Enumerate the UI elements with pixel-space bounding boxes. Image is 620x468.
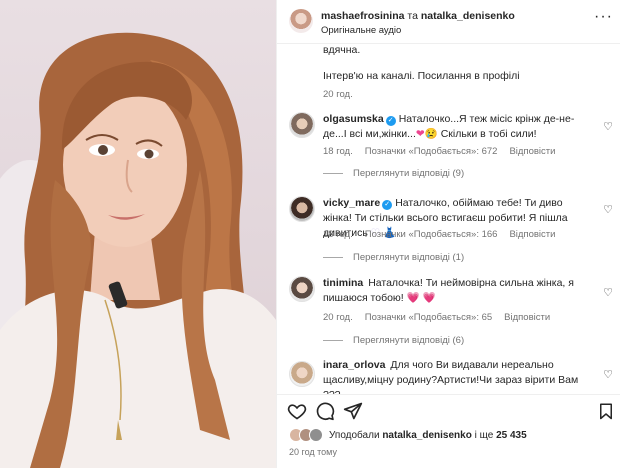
comment-message-tail: Скільки в тобі сили! bbox=[437, 128, 537, 140]
comment-avatar[interactable] bbox=[289, 276, 315, 302]
coauthor-link[interactable]: natalka_denisenko bbox=[421, 10, 515, 22]
comment-meta: 18 год. Позначки «Подобається»: 166 Відпов… bbox=[323, 229, 556, 240]
comment-avatar[interactable] bbox=[289, 361, 315, 387]
author-joiner: та bbox=[407, 10, 418, 22]
caption-text-link-line: Інтерв'ю на каналі. Посилання в профілі bbox=[323, 70, 520, 82]
liker-avatar bbox=[309, 428, 323, 442]
like-comment-heart-icon[interactable]: ♡ bbox=[603, 120, 613, 133]
comment-meta: 20 год. Позначки «Подобається»: 65 Відпові… bbox=[323, 312, 551, 323]
comment-text: olgasumska ✓ Наталочко...Я теж місіс крінж… bbox=[323, 112, 593, 142]
view-replies-button[interactable]: Переглянути відповіді (9) bbox=[323, 168, 464, 179]
caption-time: 20 год. bbox=[323, 89, 353, 100]
comment-avatar[interactable] bbox=[289, 196, 315, 222]
like-heart-icon[interactable] bbox=[287, 401, 307, 421]
author-link[interactable]: mashaefrosinina bbox=[321, 10, 404, 22]
comment-username[interactable]: tinimina bbox=[323, 277, 363, 289]
author-line: mashaefrosinina та natalka_denisenko bbox=[321, 10, 515, 22]
reply-button[interactable]: Відповісти bbox=[509, 229, 555, 240]
reply-button[interactable]: Відповісти bbox=[509, 146, 555, 157]
likes-summary[interactable]: Уподобали natalka_denisenko і ще 25 435 bbox=[289, 428, 619, 444]
verified-badge-icon: ✓ bbox=[385, 116, 396, 126]
likes-text: Уподобали natalka_denisenko і ще 25 435 bbox=[329, 430, 527, 441]
comment-username[interactable]: olgasumska bbox=[323, 113, 384, 125]
likes-count[interactable]: 25 435 bbox=[496, 430, 527, 441]
video-frame-illustration bbox=[0, 32, 276, 468]
comment-username[interactable]: vicky_mare bbox=[323, 197, 380, 209]
comment-text: inara_orlova Для чого Ви видавали нереал… bbox=[323, 358, 593, 394]
comment-meta: 18 год. Позначки «Подобається»: 672 Відпов… bbox=[323, 146, 556, 157]
comments-list[interactable]: вдячна. Інтерв'ю на каналі. Посилання в … bbox=[277, 44, 620, 394]
post-actions bbox=[277, 394, 620, 424]
comment-likes[interactable]: Позначки «Подобається»: 65 bbox=[365, 312, 492, 323]
post-media[interactable] bbox=[0, 0, 276, 468]
like-comment-heart-icon[interactable]: ♡ bbox=[603, 368, 613, 381]
verified-badge-icon: ✓ bbox=[382, 200, 393, 210]
comment-likes[interactable]: Позначки «Подобається»: 672 bbox=[365, 146, 498, 157]
caption-text-end: вдячна. bbox=[323, 44, 361, 56]
heart-emoji-icon: ❤ bbox=[415, 128, 425, 140]
share-send-icon[interactable] bbox=[343, 401, 363, 421]
like-comment-heart-icon[interactable]: ♡ bbox=[603, 286, 613, 299]
comment-avatar[interactable] bbox=[289, 112, 315, 138]
comment-username[interactable]: inara_orlova bbox=[323, 359, 385, 371]
view-replies-button[interactable]: Переглянути відповіді (1) bbox=[323, 252, 464, 263]
more-options-icon[interactable]: ··· bbox=[594, 9, 613, 25]
comment-text: tinimina Наталочка! Ти неймовірна сильна… bbox=[323, 276, 593, 306]
like-comment-heart-icon[interactable]: ♡ bbox=[603, 203, 613, 216]
author-avatar[interactable] bbox=[289, 9, 313, 33]
save-bookmark-icon[interactable] bbox=[597, 401, 615, 421]
audio-link[interactable]: Оригінальне аудіо bbox=[321, 25, 401, 36]
liker-username-link[interactable]: natalka_denisenko bbox=[382, 430, 471, 441]
reply-button[interactable]: Відповісти bbox=[504, 312, 550, 323]
comment-likes[interactable]: Позначки «Подобається»: 166 bbox=[365, 229, 498, 240]
crying-emoji-icon: 😢 bbox=[424, 128, 438, 140]
heart-emoji-icon: 💗 💗 bbox=[403, 292, 436, 304]
post-sidebar: mashaefrosinina та natalka_denisenko Ори… bbox=[276, 0, 620, 468]
view-replies-button[interactable]: Переглянути відповіді (6) bbox=[323, 335, 464, 346]
post-header: mashaefrosinina та natalka_denisenko Ори… bbox=[277, 0, 620, 44]
comment-bubble-icon[interactable] bbox=[315, 401, 335, 421]
post-timestamp[interactable]: 20 год тому bbox=[289, 447, 337, 457]
